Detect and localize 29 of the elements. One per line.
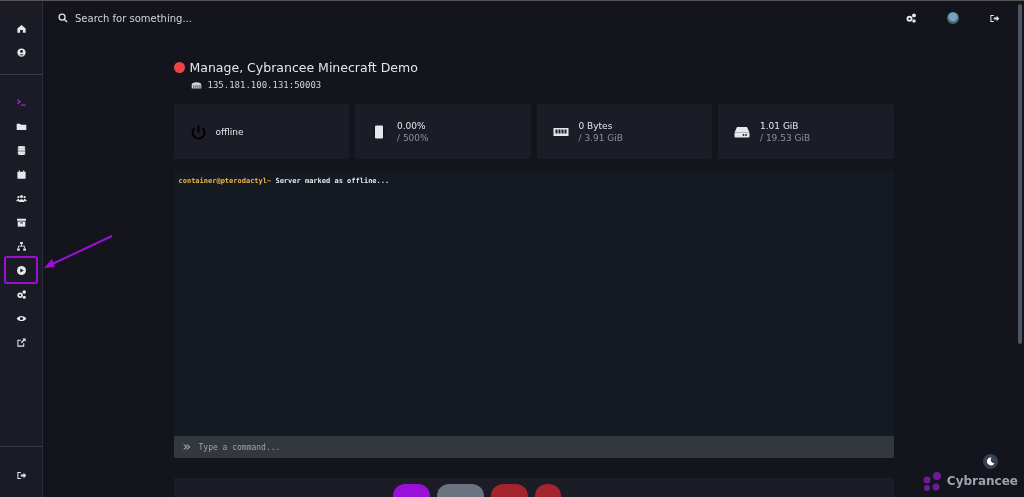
- scrollbar[interactable]: [1018, 4, 1022, 344]
- server-address: 135.181.100.131:50003: [207, 80, 322, 90]
- power-icon: [189, 123, 206, 140]
- logout-icon[interactable]: [989, 12, 1000, 24]
- stat-value: 0 Bytes: [578, 120, 614, 131]
- avatar-icon[interactable]: [947, 12, 959, 24]
- settings-icon[interactable]: [905, 12, 917, 24]
- stat-value: 0.00%: [397, 120, 427, 131]
- stat-value: 1.01 GiB: [760, 120, 800, 131]
- theme-toggle[interactable]: [983, 454, 998, 469]
- search-field[interactable]: Search for something...: [75, 12, 275, 24]
- stat-limit: / 3.91 GiB: [578, 132, 623, 143]
- server-title: Manage, Cybrancee Minecraft Demo: [189, 60, 418, 75]
- logout-icon: [15, 469, 27, 481]
- brand-name: Cybrancee: [946, 474, 1018, 488]
- account-icon: [15, 46, 27, 58]
- chevrons-icon: [182, 443, 191, 451]
- command-input[interactable]: Type a command...: [198, 442, 894, 452]
- stat-limit: / 500%: [397, 132, 429, 143]
- moon-icon: [986, 457, 995, 466]
- network-port-icon: [190, 81, 202, 89]
- search-icon: [58, 13, 68, 23]
- home-icon: [15, 22, 27, 34]
- cpu-icon: [371, 123, 387, 140]
- stat-limit: / 19.53 GiB: [760, 132, 811, 143]
- stat-value: offline: [215, 126, 244, 137]
- command-field[interactable]: Type a command...: [173, 436, 894, 458]
- annotation-arrow: [42, 234, 114, 270]
- dots-logo-icon: [922, 471, 943, 491]
